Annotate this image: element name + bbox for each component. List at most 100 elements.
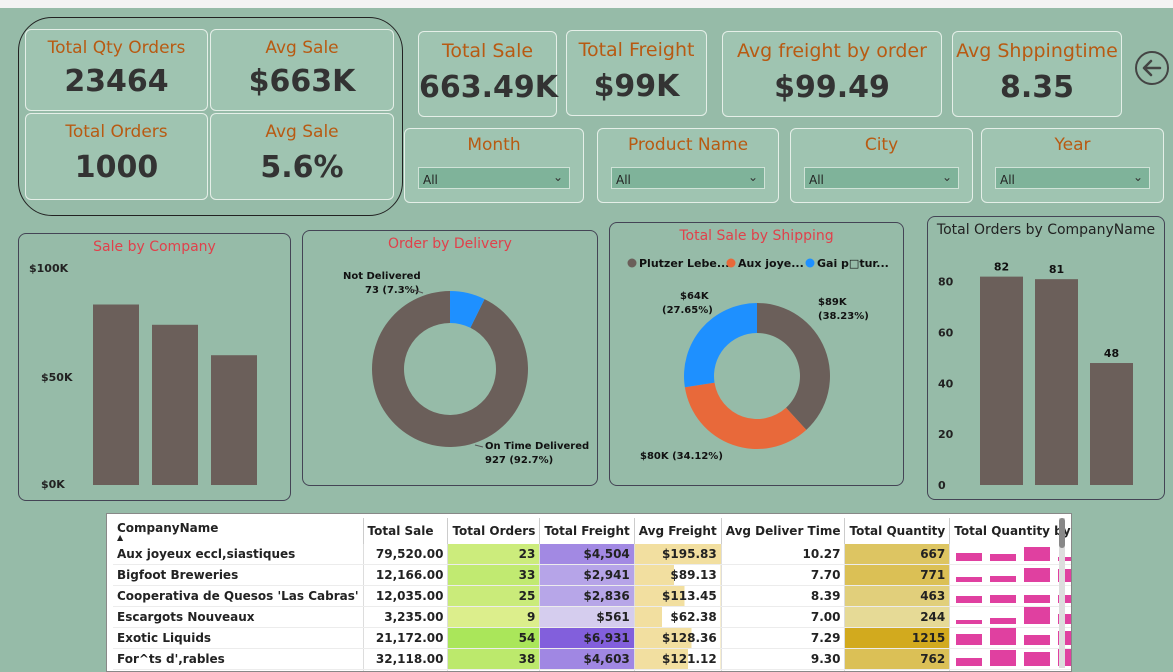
data-label: (38.23%) [818, 311, 869, 322]
data-label: 927 (92.7%) [485, 455, 553, 466]
spark-bar [956, 577, 983, 582]
column-header[interactable]: CompanyName ▲ [113, 518, 364, 544]
back-arrow-icon[interactable] [1134, 50, 1170, 86]
data-label: 82 [994, 261, 1009, 274]
column-header[interactable]: Total Quantity by Day Name [949, 518, 1071, 544]
sparkline-cell [949, 648, 1071, 670]
table-cell: Cooperativa de Quesos 'Las Cabras' [113, 585, 364, 607]
table-cell: For^ts d',rables [113, 648, 364, 670]
data-label: $80K (34.12%) [640, 451, 723, 462]
total-orders-by-company-panel: Total Orders by CompanyName 80 60 40 20 0 82… [927, 216, 1165, 500]
column-header[interactable]: Total Orders [447, 518, 541, 544]
data-label: $89K [818, 297, 848, 308]
scrollbar-thumb[interactable] [1059, 518, 1065, 548]
column-header[interactable]: Total Freight [539, 518, 635, 544]
table-cell: 79,520.00 [363, 544, 449, 565]
dropdown-value: All [809, 173, 824, 187]
table-row[interactable]: Exotic Liquids 21,172.00 54 $6,931 $128.36 7.… [113, 627, 1071, 649]
table-row[interactable]: Escargots Nouveaux 3,235.00 9 $561 $62.38 7.0… [113, 606, 1071, 628]
data-label: 48 [1104, 347, 1119, 360]
year-dropdown[interactable]: All ⌄ [995, 167, 1150, 189]
table-cell: 1215 [844, 627, 951, 649]
table-cell: 54 [447, 627, 541, 649]
y-tick-label: $100K [29, 262, 69, 275]
kpi-label: Avg freight by order [737, 40, 927, 62]
y-axis: 80 60 40 20 0 [938, 276, 954, 492]
kpi-total-sale: Total Sale 663.49K [418, 31, 558, 117]
quantity-by-day-sparkline [956, 547, 1071, 561]
kpi-value: $663K [248, 64, 356, 99]
sparkline-cell [949, 564, 1071, 586]
legend-label: Plutzer Lebe... [639, 257, 729, 270]
kpi-value: 1000 [74, 150, 159, 185]
spark-bar [990, 595, 1017, 603]
table-cell: 9.30 [721, 648, 846, 670]
month-dropdown[interactable]: All ⌄ [418, 167, 570, 189]
data-label: $64K [680, 291, 710, 302]
spark-bar [990, 650, 1017, 666]
sort-up-icon[interactable]: ▲ [117, 534, 359, 542]
total-sale-by-shipping-panel: Total Sale by Shipping Plutzer Lebe... A… [609, 222, 904, 486]
table-cell: 7.00 [721, 606, 846, 628]
spark-bar [990, 576, 1017, 582]
y-tick-label: $50K [41, 371, 73, 384]
kpi-value: $99.49 [774, 70, 890, 105]
table-scrollbar[interactable] [1059, 518, 1065, 668]
chevron-down-icon: ⌄ [1132, 170, 1143, 184]
product-name-dropdown[interactable]: All ⌄ [611, 167, 765, 189]
table-cell: Bigfoot Breweries [113, 564, 364, 586]
table-row[interactable]: Cooperativa de Quesos 'Las Cabras' 12,035… [113, 585, 1071, 607]
column-header[interactable]: Avg Freight [634, 518, 722, 544]
table-cell: 12,166.00 [363, 564, 449, 586]
filter-label: Month [467, 135, 521, 155]
data-label: 81 [1049, 263, 1064, 276]
spark-bar [956, 634, 983, 645]
column-header[interactable]: Total Quantity [844, 518, 951, 544]
chevron-down-icon: ⌄ [941, 170, 952, 184]
table-cell: 463 [844, 585, 951, 607]
total-sale-by-shipping-chart: Plutzer Lebe... Aux joye... Gai p□tur...… [627, 257, 889, 462]
kpi-value: 5.6% [260, 150, 344, 185]
city-dropdown[interactable]: All ⌄ [804, 167, 959, 189]
table-row[interactable]: Aux joyeux eccl,siastiques 79,520.00 23 $4,… [113, 544, 1071, 565]
spark-bar [956, 620, 983, 624]
kpi-avg-shipping-time: Avg Shppingtime 8.35 [952, 31, 1122, 117]
quantity-by-day-sparkline [956, 607, 1071, 624]
bar [1035, 279, 1078, 485]
table-header-row: CompanyName ▲ Total Sale Total Orders Total … [113, 518, 1071, 544]
y-tick-label: 60 [938, 327, 954, 340]
kpi-avg-freight: Avg freight by order $99.49 [722, 31, 942, 117]
spark-bar [1024, 595, 1051, 603]
table-cell: 7.29 [721, 627, 846, 649]
filter-city: City All ⌄ [790, 128, 973, 203]
bar [980, 276, 1023, 485]
table-cell: 244 [844, 606, 951, 628]
table-cell: $561 [539, 606, 635, 628]
y-tick-label: 40 [938, 377, 954, 390]
table-cell: $4,504 [539, 544, 635, 565]
table-cell: $195.83 [634, 544, 722, 565]
table-cell: $128.36 [634, 627, 722, 649]
chevron-down-icon: ⌄ [747, 170, 758, 184]
column-header[interactable]: Total Sale [363, 518, 449, 544]
table-cell: 3,235.00 [363, 606, 449, 628]
table-cell: 771 [844, 564, 951, 586]
table-cell: $113.45 [634, 585, 722, 607]
table-cell: 10.27 [721, 544, 846, 565]
table-cell: $4,603 [539, 648, 635, 670]
table-cell: 7.70 [721, 564, 846, 586]
kpi-total-orders: Total Orders 1000 [25, 113, 208, 200]
kpi-label: Avg Shppingtime [956, 40, 1118, 62]
kpi-value: 23464 [64, 64, 169, 99]
quantity-by-day-sparkline [956, 568, 1071, 582]
sparkline-cell [949, 585, 1071, 607]
dropdown-value: All [1000, 173, 1015, 187]
table-row[interactable]: For^ts d',rables 32,118.00 38 $4,603 $121.12… [113, 648, 1071, 670]
kpi-label: Total Qty Orders [47, 38, 186, 58]
data-label: (27.65%) [662, 305, 713, 316]
table-cell: 8.39 [721, 585, 846, 607]
kpi-value: $99K [593, 69, 680, 104]
table-cell: 32,118.00 [363, 648, 449, 670]
column-header[interactable]: Avg Deliver Time [721, 518, 846, 544]
table-row[interactable]: Bigfoot Breweries 12,166.00 33 $2,941 $89.13… [113, 564, 1071, 586]
